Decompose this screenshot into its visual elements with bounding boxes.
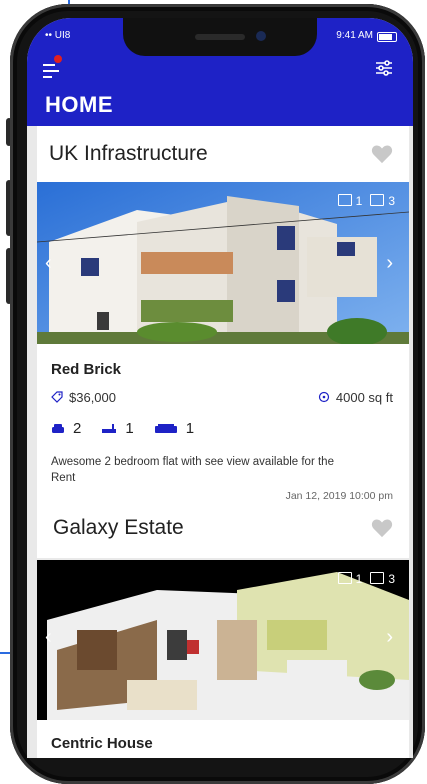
carrier-label: •• UI8 [45,30,71,41]
app-screen: •• UI8 9:41 AM HOME UK Infrastructure 1 … [27,18,413,758]
listing-section-title: Galaxy Estate [53,516,184,539]
listing-description: Awesome 2 bedroom flat with see view ava… [51,456,334,484]
gallery-icon [370,194,385,206]
photos-icon [337,194,352,206]
property-name: Centric House [51,735,153,752]
listing-photo[interactable]: 1 3 ‹ › [37,560,409,720]
photos-icon [337,572,352,584]
gallery-count: 3 [388,572,395,586]
menu-icon[interactable] [43,60,63,80]
notification-dot [54,55,62,63]
listing-card[interactable]: UK Infrastructure 1 3 ‹ › Red Brick $36,… [37,126,409,558]
media-counts: 1 3 [337,194,395,208]
phone-notch [123,18,317,56]
media-counts: 1 3 [337,572,395,586]
battery-icon [377,32,397,42]
photos-count: 1 [355,572,363,586]
listing-header: Galaxy Estate [37,500,409,556]
price: $36,000 [51,390,116,405]
next-arrow-icon[interactable]: › [386,626,393,649]
baths-count: 1 [125,420,134,437]
gallery-count: 3 [388,194,395,208]
area: 4000 sq ft [318,390,393,405]
clock-label: 9:41 AM [336,30,373,41]
heart-icon[interactable] [371,144,393,164]
area-icon [318,391,329,403]
price-tag-icon [51,391,63,403]
previous-arrow-icon[interactable]: ‹ [45,626,52,649]
next-arrow-icon[interactable]: › [386,252,393,275]
property-name: Red Brick [51,361,122,378]
car-icon [52,423,64,433]
filter-icon[interactable] [375,60,393,76]
listing-card[interactable]: 1 3 ‹ › Centric House [37,560,409,758]
sofa-icon [154,423,177,433]
page-title: HOME [45,92,113,117]
photos-count: 1 [355,194,363,208]
listing-section-title: UK Infrastructure [49,142,208,165]
sofas-count: 1 [185,420,195,437]
listing-photo[interactable]: 1 3 ‹ › [37,182,409,344]
bathtub-icon [102,423,117,433]
listing-header: UK Infrastructure [37,126,409,182]
previous-arrow-icon[interactable]: ‹ [45,252,52,275]
amenities: 2 1 1 [51,420,194,437]
beds-count: 2 [73,420,82,437]
gallery-icon [370,572,385,584]
heart-icon[interactable] [371,518,393,538]
